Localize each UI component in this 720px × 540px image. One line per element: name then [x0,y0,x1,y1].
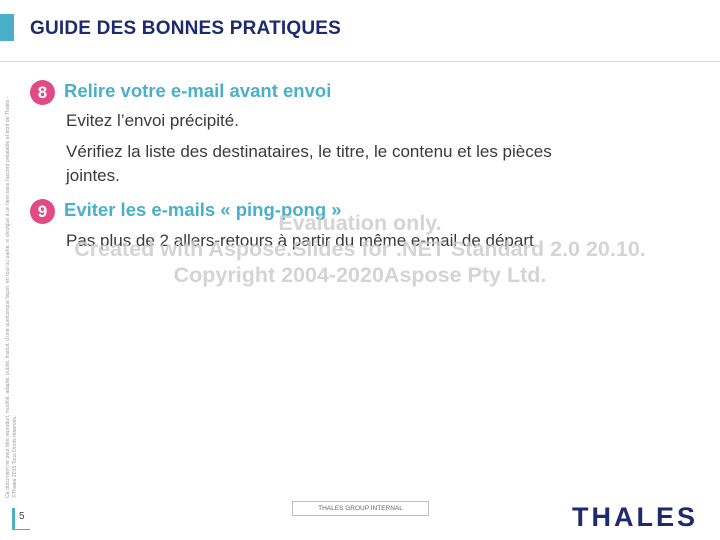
evaluation-watermark: Evaluation only. Created with Aspose.Sli… [0,210,720,288]
page-number-bar [12,508,15,530]
page-title: GUIDE DES BONNES PRATIQUES [30,18,341,39]
section-heading: Relire votre e-mail avant envoi [64,80,332,101]
page-number-underline [12,529,30,530]
legal-side-note: Ce document ne peut être reproduit, modi… [5,90,19,498]
body-line: Evitez l’envoi précipité. [66,111,239,130]
watermark-line: Created with Aspose.Slides for .NET Stan… [74,237,646,261]
body-line: Vérifiez la liste des destinataires, le … [66,142,552,161]
classification-label: THALES GROUP INTERNAL [292,501,429,516]
title-accent-bar [0,14,14,41]
watermark-line: Evaluation only. [278,211,442,235]
thales-logo: THALES [572,502,698,532]
body-line: jointes. [66,166,120,185]
title-divider [0,61,720,62]
watermark-line: Copyright 2004-2020Aspose Pty Ltd. [173,263,547,287]
page-number: 5 [19,511,25,522]
section-number-badge: 8 [30,80,55,105]
legal-side-note-text: Ce document ne peut être reproduit, modi… [5,96,18,498]
